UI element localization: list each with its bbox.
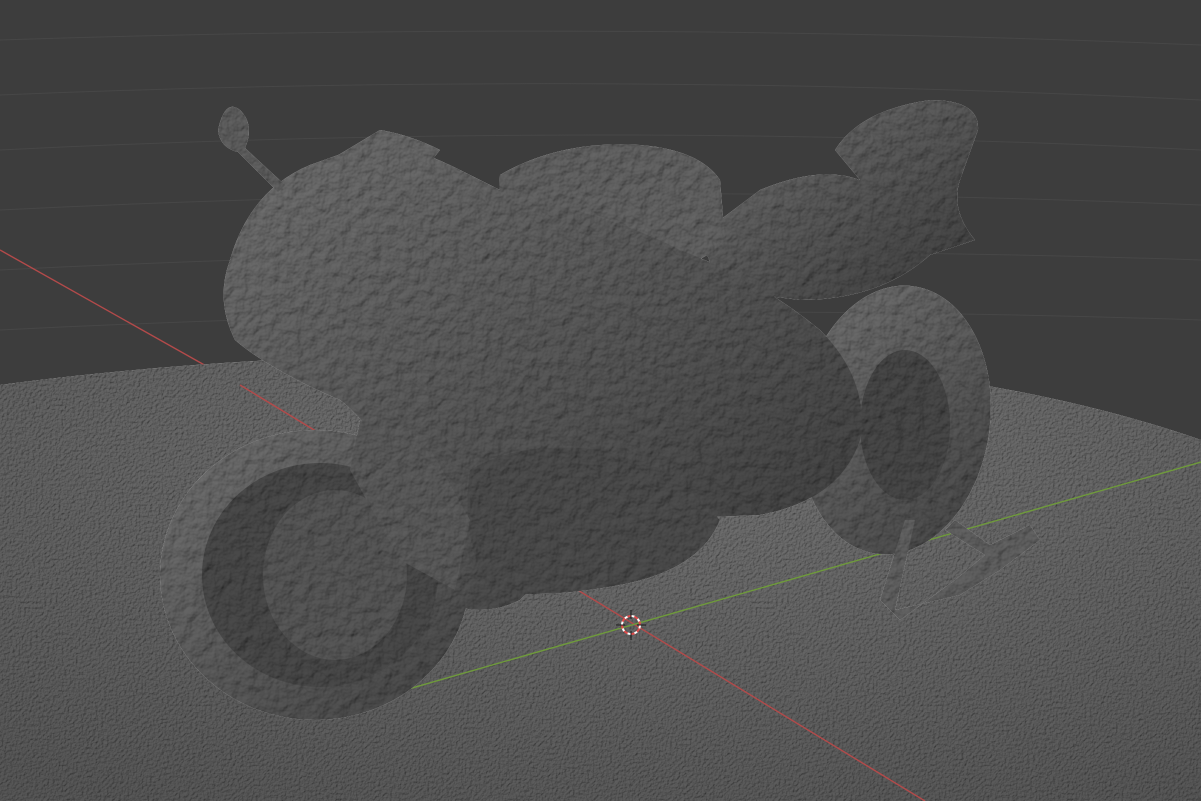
rear-wheel-hub [860, 350, 950, 500]
viewport-canvas[interactable] [0, 0, 1201, 801]
3d-viewport[interactable] [0, 0, 1201, 801]
